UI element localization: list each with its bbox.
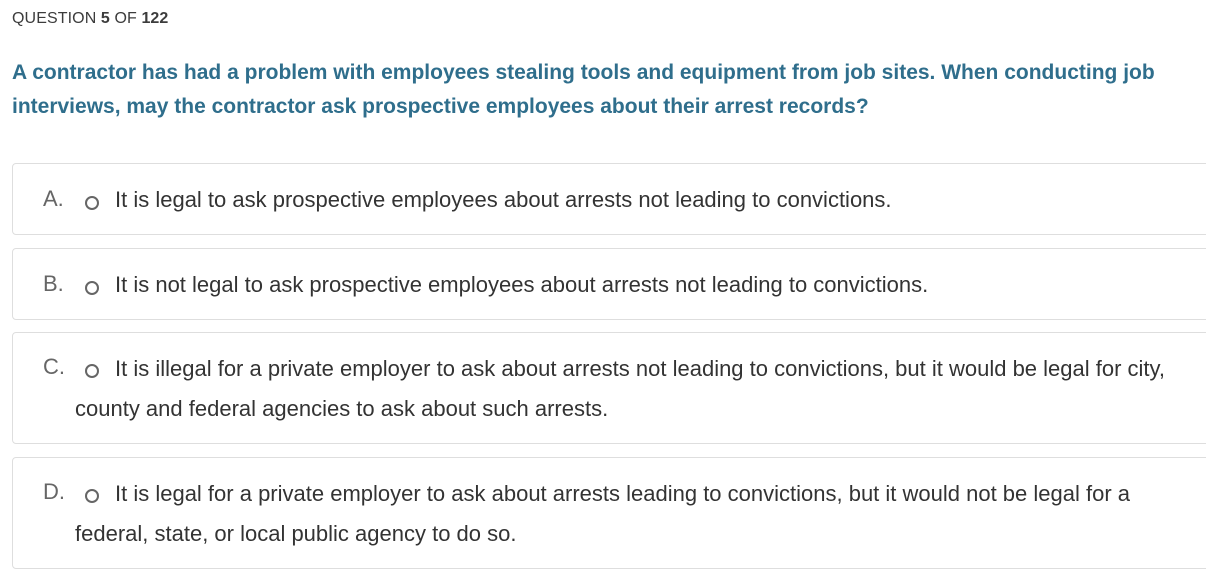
option-text: It is illegal for a private employer to … xyxy=(75,356,1166,421)
option-text: It is not legal to ask prospective emplo… xyxy=(115,272,929,297)
question-counter: QUESTION 5 OF 122 xyxy=(12,10,168,28)
option-text: It is legal for a private employer to as… xyxy=(75,481,1130,546)
option-letter: D. xyxy=(43,479,65,504)
radio-button-icon[interactable] xyxy=(85,281,99,295)
question-counter-separator: OF xyxy=(114,10,137,27)
option-letter: C. xyxy=(43,354,65,379)
answer-option-d[interactable]: D. It is legal for a private employer to… xyxy=(12,457,1206,569)
question-total-number: 122 xyxy=(141,10,169,27)
answer-option-b[interactable]: B. It is not legal to ask prospective em… xyxy=(12,248,1206,320)
option-text: It is legal to ask prospective employees… xyxy=(115,187,892,212)
answer-option-c[interactable]: C. It is illegal for a private employer … xyxy=(12,332,1206,444)
answer-option-a[interactable]: A. It is legal to ask prospective employ… xyxy=(12,163,1206,235)
option-letter: A. xyxy=(43,186,64,211)
option-letter: B. xyxy=(43,271,64,296)
question-text: A contractor has had a problem with empl… xyxy=(12,61,1155,118)
question-current-number: 5 xyxy=(100,10,110,27)
question-counter-prefix: QUESTION xyxy=(12,10,97,27)
radio-button-icon[interactable] xyxy=(85,196,99,210)
